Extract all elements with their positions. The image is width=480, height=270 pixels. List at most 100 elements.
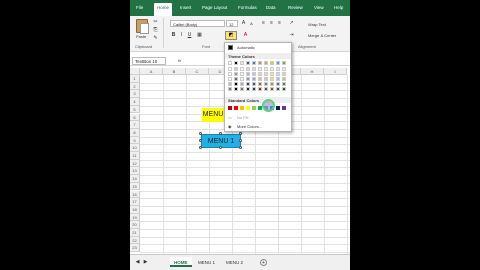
tab-help[interactable]: Help (334, 5, 343, 10)
tab-file[interactable]: File (136, 5, 143, 10)
shrink-font-icon[interactable]: A (248, 20, 255, 27)
bold-button[interactable]: B (170, 32, 177, 39)
select-all-corner[interactable] (130, 68, 140, 75)
borders-icon[interactable]: ▦ (196, 32, 203, 39)
theme-color-swatch[interactable] (270, 72, 274, 76)
tab-page-layout[interactable]: Page Layout (202, 5, 227, 10)
theme-color-swatch[interactable] (282, 61, 286, 65)
font-color-icon[interactable]: A (242, 32, 249, 39)
standard-color-swatch[interactable] (228, 106, 232, 110)
fx-icon[interactable]: fx (178, 58, 181, 63)
merge-center-button[interactable]: Merge & Center (308, 33, 336, 38)
theme-color-swatch[interactable] (240, 61, 244, 65)
align-top-icon[interactable]: ≡ (260, 20, 267, 27)
italic-button[interactable]: I (178, 32, 185, 39)
row-header-9[interactable]: 9 (130, 136, 140, 145)
theme-color-swatch[interactable] (228, 87, 232, 91)
tab-review[interactable]: Review (288, 5, 303, 10)
theme-color-swatch[interactable] (240, 67, 244, 71)
align-bottom-icon[interactable]: ≡ (276, 20, 283, 27)
fill-color-button[interactable]: ◩ (225, 31, 237, 40)
row-header-12[interactable]: 12 (130, 159, 140, 168)
theme-color-swatch[interactable] (264, 82, 268, 86)
tab-data[interactable]: Data (266, 5, 276, 10)
theme-color-swatch[interactable] (282, 72, 286, 76)
tab-insert[interactable]: Insert (180, 5, 191, 10)
theme-color-swatch[interactable] (276, 82, 280, 86)
theme-color-swatch[interactable] (252, 87, 256, 91)
theme-color-swatch[interactable] (270, 61, 274, 65)
align-middle-icon[interactable]: ≡ (268, 20, 275, 27)
scroll-right-icon[interactable]: ▶ (142, 259, 149, 266)
standard-color-swatch[interactable] (276, 106, 280, 110)
theme-color-swatch[interactable] (240, 77, 244, 81)
theme-color-swatch[interactable] (240, 82, 244, 86)
cut-icon[interactable]: ✂ (152, 19, 159, 26)
column-header-i[interactable]: I (324, 68, 347, 75)
theme-color-swatch[interactable] (234, 77, 238, 81)
row-header-8[interactable]: 8 (130, 128, 140, 137)
theme-color-swatch[interactable] (276, 87, 280, 91)
font-name-field[interactable]: Calibri (Body) (170, 20, 225, 27)
row-header-5[interactable]: 5 (130, 105, 140, 114)
row-header-10[interactable]: 10 (130, 144, 140, 152)
column-header-a[interactable]: A (140, 68, 163, 75)
no-fill-option[interactable]: No Fill (237, 115, 248, 120)
theme-color-swatch[interactable] (264, 87, 268, 91)
theme-color-swatch[interactable] (234, 67, 238, 71)
tab-home[interactable]: Home (154, 3, 173, 16)
standard-color-swatch[interactable] (246, 106, 250, 110)
row-header-14[interactable]: 14 (130, 175, 140, 183)
row-header-15[interactable]: 15 (130, 182, 140, 191)
theme-color-swatch[interactable] (270, 87, 274, 91)
underline-button[interactable]: U (186, 32, 193, 39)
wrap-text-button[interactable]: Wrap Text (308, 22, 326, 27)
copy-icon[interactable]: ⎘ (152, 27, 159, 34)
column-header-h[interactable]: H (301, 68, 324, 75)
theme-color-swatch[interactable] (264, 77, 268, 81)
row-header-13[interactable]: 13 (130, 167, 140, 176)
orientation-icon[interactable]: ↗ (288, 20, 295, 27)
theme-color-swatch[interactable] (228, 82, 232, 86)
resize-handle[interactable] (239, 132, 242, 135)
indent-icon[interactable]: ⇥ (288, 32, 295, 39)
theme-color-swatch[interactable] (252, 72, 256, 76)
theme-color-swatch[interactable] (258, 72, 262, 76)
theme-color-swatch[interactable] (258, 82, 262, 86)
font-size-field[interactable]: 12 (226, 20, 238, 27)
theme-color-swatch[interactable] (246, 67, 250, 71)
row-header-4[interactable]: 4 (130, 98, 140, 106)
sheet-tab-menu-1[interactable]: MENU 1 (194, 257, 219, 267)
theme-color-swatch[interactable] (282, 67, 286, 71)
theme-color-swatch[interactable] (228, 72, 232, 76)
theme-color-swatch[interactable] (234, 87, 238, 91)
format-painter-icon[interactable]: ✎ (152, 35, 159, 42)
row-header-18[interactable]: 18 (130, 205, 140, 214)
tab-view[interactable]: View (314, 5, 324, 10)
theme-color-swatch[interactable] (276, 72, 280, 76)
standard-color-swatch[interactable] (252, 106, 256, 110)
resize-handle[interactable] (239, 139, 242, 142)
row-header-16[interactable]: 16 (130, 190, 140, 199)
row-header-6[interactable]: 6 (130, 113, 140, 122)
paste-label[interactable]: Paste (136, 34, 146, 39)
resize-handle[interactable] (219, 146, 222, 149)
more-colors-option[interactable]: More Colors... (237, 124, 262, 129)
resize-handle[interactable] (199, 139, 202, 142)
theme-color-swatch[interactable] (246, 72, 250, 76)
shape-menu[interactable]: MENU (202, 108, 224, 122)
theme-color-swatch[interactable] (240, 87, 244, 91)
theme-color-swatch[interactable] (282, 77, 286, 81)
scroll-left-icon[interactable]: ◀ (134, 259, 141, 266)
theme-color-swatch[interactable] (246, 77, 250, 81)
theme-color-swatch[interactable] (258, 77, 262, 81)
row-header-20[interactable]: 20 (130, 221, 140, 229)
theme-color-swatch[interactable] (264, 72, 268, 76)
theme-color-swatch[interactable] (270, 67, 274, 71)
grow-font-icon[interactable]: A (240, 20, 247, 27)
theme-color-swatch[interactable] (246, 61, 250, 65)
resize-handle[interactable] (199, 146, 202, 149)
sheet-tab-home[interactable]: HOME (170, 257, 192, 267)
theme-color-swatch[interactable] (228, 61, 232, 65)
theme-color-swatch[interactable] (228, 77, 232, 81)
